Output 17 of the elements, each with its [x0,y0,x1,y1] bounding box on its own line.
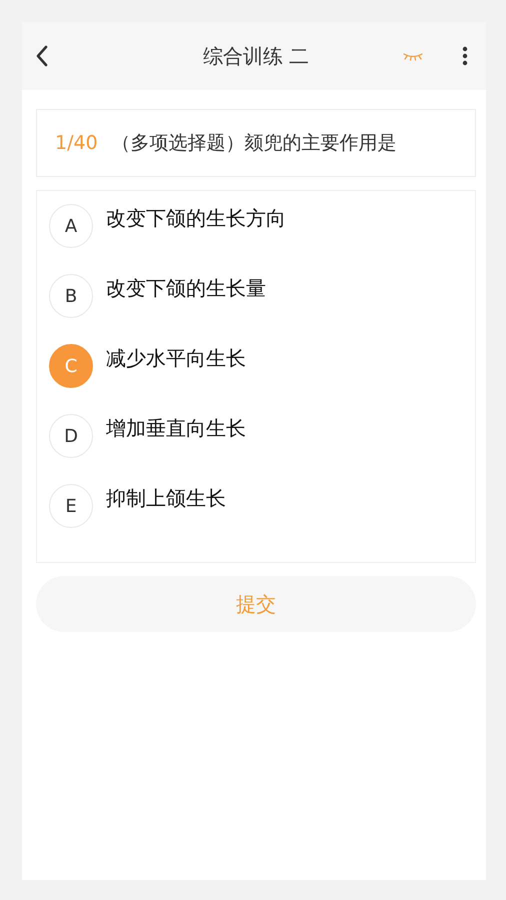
option-letter[interactable]: A [49,204,93,248]
closed-eye-icon [402,51,424,61]
option-text[interactable]: 改变下颌的生长方向 [106,202,286,230]
option-letter[interactable]: D [49,414,93,458]
option-letter[interactable]: B [49,274,93,318]
back-button[interactable] [34,44,50,68]
eye-toggle-button[interactable] [402,51,424,61]
back-icon [34,44,50,68]
more-button[interactable] [462,46,468,66]
header-title: 综合训练 二 [202,42,310,70]
option-text[interactable]: 改变下颌的生长量 [106,272,266,300]
question-text: （多项选择题）颏兜的主要作用是 [112,131,397,156]
option-text[interactable]: 减少水平向生长 [106,342,246,370]
more-icon [462,46,468,66]
option-text[interactable]: 抑制上颌生长 [106,482,226,510]
option-letter[interactable]: E [49,484,93,528]
option-text[interactable]: 增加垂直向生长 [106,412,246,440]
